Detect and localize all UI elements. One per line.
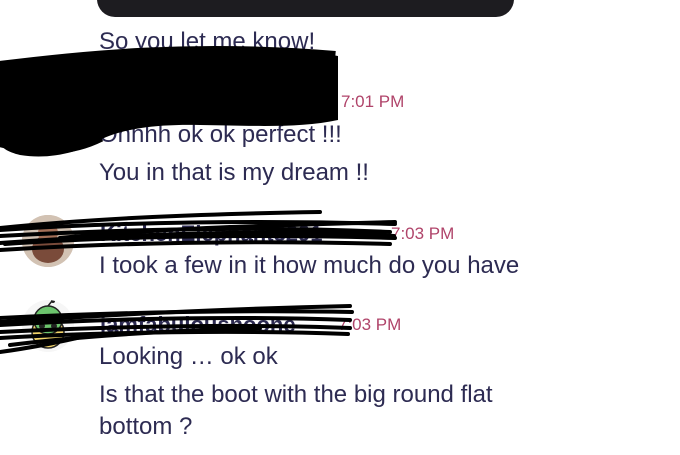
message-text: Looking … ok ok	[99, 343, 278, 370]
user-photo-avatar-icon[interactable]	[22, 215, 74, 267]
message-text: I took a few in it how much do you have	[99, 252, 520, 279]
message-text: bottom ?	[99, 413, 193, 440]
message-group: iamfabulousnoone 7:01 PM Ohhhh ok ok per…	[0, 80, 680, 190]
message-group: iamfabulousnoone 7:03 PM Looking … ok ok…	[0, 295, 680, 455]
timestamp: 7:01 PM	[341, 92, 405, 111]
username[interactable]: iamfabulousnoone	[100, 312, 296, 338]
timestamp: 7:03 PM	[391, 224, 455, 243]
message-text: Is that the boot with the big round flat	[99, 381, 493, 408]
snoo-avatar-icon[interactable]	[23, 90, 73, 140]
username[interactable]: KitchenElephant3291	[100, 221, 323, 247]
snoo-avatar-icon[interactable]	[22, 300, 74, 352]
message-text: Ohhhh ok ok perfect !!!	[99, 121, 342, 148]
message-text: So you let me know!	[99, 28, 316, 55]
shared-image-preview[interactable]	[97, 0, 514, 17]
message-text: You in that is my dream !!	[99, 159, 369, 186]
message-group: KitchenElephant3291 7:03 PM I took a few…	[0, 210, 680, 285]
timestamp: 7:03 PM	[338, 315, 402, 334]
username[interactable]: iamfabulousnoone	[100, 88, 296, 114]
